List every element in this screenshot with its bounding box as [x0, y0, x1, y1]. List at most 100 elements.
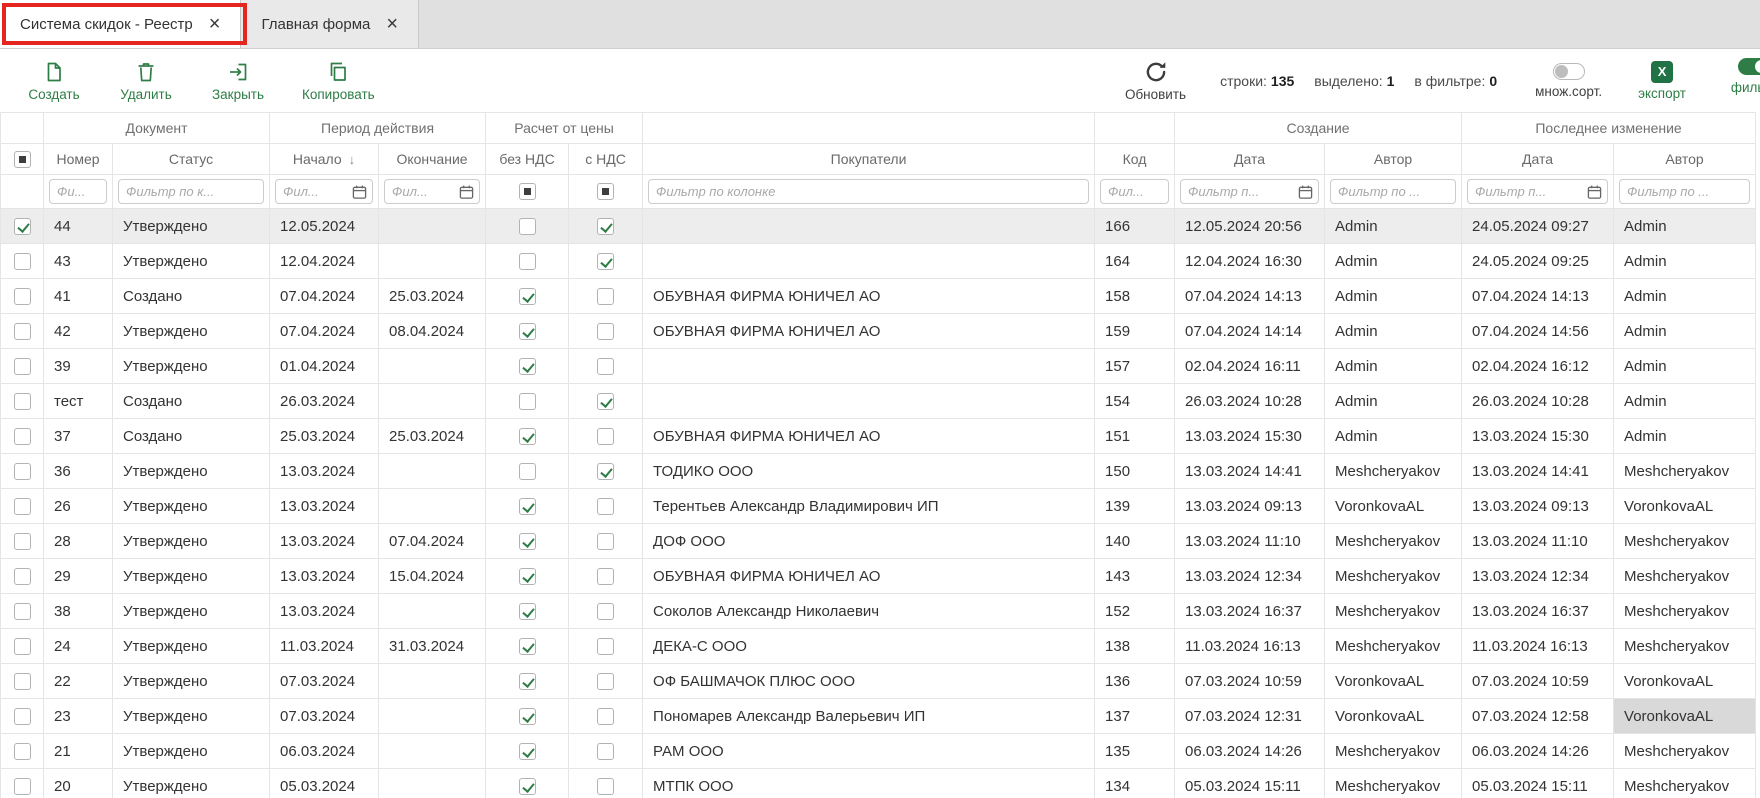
select-all-checkbox[interactable] — [14, 151, 31, 168]
cell-status[interactable]: Утверждено — [113, 559, 270, 594]
cell-modified_date[interactable]: 07.04.2024 14:56 — [1462, 314, 1614, 349]
cell-end[interactable] — [379, 594, 486, 629]
cell-num[interactable]: 23 — [44, 699, 113, 734]
cell-end[interactable]: 15.04.2024 — [379, 559, 486, 594]
cell-modified_date[interactable]: 05.03.2024 15:11 — [1462, 769, 1614, 798]
cell-end[interactable] — [379, 699, 486, 734]
table-row[interactable]: 37Создано25.03.202425.03.2024ОБУВНАЯ ФИР… — [1, 419, 1756, 454]
cell-created_date[interactable]: 13.03.2024 12:34 — [1175, 559, 1325, 594]
calendar-icon[interactable] — [1587, 184, 1602, 199]
table-row[interactable]: 23Утверждено07.03.2024Пономарев Александ… — [1, 699, 1756, 734]
cell-status[interactable]: Утверждено — [113, 734, 270, 769]
cell-with_vat[interactable] — [569, 279, 643, 314]
cell-status[interactable]: Утверждено — [113, 454, 270, 489]
cell-buyers[interactable]: Пономарев Александр Валерьевич ИП — [643, 699, 1095, 734]
cell-modified_date[interactable]: 24.05.2024 09:25 — [1462, 244, 1614, 279]
column-header-created_author[interactable]: Автор — [1325, 144, 1462, 175]
table-row[interactable]: 22Утверждено07.03.2024ОФ БАШМАЧОК ПЛЮС О… — [1, 664, 1756, 699]
calendar-icon[interactable] — [352, 184, 367, 199]
cell-checkbox[interactable] — [597, 533, 614, 550]
cell-checkbox[interactable] — [597, 778, 614, 795]
cell-no_vat[interactable] — [486, 454, 569, 489]
cell-modified_author[interactable]: Admin — [1614, 279, 1756, 314]
cell-modified_author[interactable]: VoronkovaAL — [1614, 489, 1756, 524]
cell-created_date[interactable]: 13.03.2024 15:30 — [1175, 419, 1325, 454]
cell-end[interactable] — [379, 384, 486, 419]
cell-num[interactable]: 29 — [44, 559, 113, 594]
cell-modified_date[interactable]: 13.03.2024 11:10 — [1462, 524, 1614, 559]
cell-with_vat[interactable] — [569, 734, 643, 769]
row-select-checkbox[interactable] — [14, 778, 31, 795]
row-select-cell[interactable] — [1, 664, 44, 699]
cell-no_vat[interactable] — [486, 629, 569, 664]
cell-start[interactable]: 12.04.2024 — [270, 244, 379, 279]
cell-buyers[interactable]: ДЕКА-С ООО — [643, 629, 1095, 664]
cell-with_vat[interactable] — [569, 384, 643, 419]
row-select-checkbox[interactable] — [14, 463, 31, 480]
cell-end[interactable]: 07.04.2024 — [379, 524, 486, 559]
cell-buyers[interactable]: ОБУВНАЯ ФИРМА ЮНИЧЕЛ АО — [643, 419, 1095, 454]
cell-no_vat[interactable] — [486, 524, 569, 559]
cell-modified_date[interactable]: 11.03.2024 16:13 — [1462, 629, 1614, 664]
table-row[interactable]: 26Утверждено13.03.2024Терентьев Александ… — [1, 489, 1756, 524]
table-row[interactable]: 24Утверждено11.03.202431.03.2024ДЕКА-С О… — [1, 629, 1756, 664]
cell-num[interactable]: 21 — [44, 734, 113, 769]
cell-modified_date[interactable]: 13.03.2024 09:13 — [1462, 489, 1614, 524]
cell-num[interactable]: 24 — [44, 629, 113, 664]
cell-created_author[interactable]: Meshcheryakov — [1325, 629, 1462, 664]
cell-no_vat[interactable] — [486, 279, 569, 314]
cell-checkbox[interactable] — [597, 393, 614, 410]
cell-with_vat[interactable] — [569, 489, 643, 524]
cell-code[interactable]: 137 — [1095, 699, 1175, 734]
tab-discount-system-registry[interactable]: Система скидок - Реестр × — [0, 0, 241, 48]
row-select-checkbox[interactable] — [14, 428, 31, 445]
cell-with_vat[interactable] — [569, 244, 643, 279]
cell-no_vat[interactable] — [486, 209, 569, 244]
row-select-checkbox[interactable] — [14, 358, 31, 375]
cell-created_author[interactable]: Meshcheryakov — [1325, 734, 1462, 769]
cell-buyers[interactable]: ОБУВНАЯ ФИРМА ЮНИЧЕЛ АО — [643, 314, 1095, 349]
cell-modified_author[interactable]: Admin — [1614, 419, 1756, 454]
row-select-cell[interactable] — [1, 734, 44, 769]
cell-end[interactable]: 25.03.2024 — [379, 279, 486, 314]
cell-checkbox[interactable] — [597, 498, 614, 515]
column-header-no_vat[interactable]: без НДС — [486, 144, 569, 175]
tab-main-form[interactable]: Главная форма × — [241, 0, 419, 48]
cell-with_vat[interactable] — [569, 349, 643, 384]
cell-created_author[interactable]: Meshcheryakov — [1325, 769, 1462, 798]
cell-status[interactable]: Создано — [113, 384, 270, 419]
column-header-modified_author[interactable]: Автор — [1614, 144, 1756, 175]
cell-buyers[interactable]: ДОФ ООО — [643, 524, 1095, 559]
cell-created_date[interactable]: 12.05.2024 20:56 — [1175, 209, 1325, 244]
cell-modified_date[interactable]: 07.04.2024 14:13 — [1462, 279, 1614, 314]
cell-modified_author[interactable]: Meshcheryakov — [1614, 769, 1756, 798]
cell-checkbox[interactable] — [519, 358, 536, 375]
cell-code[interactable]: 134 — [1095, 769, 1175, 798]
cell-code[interactable]: 150 — [1095, 454, 1175, 489]
row-select-cell[interactable] — [1, 244, 44, 279]
cell-num[interactable]: 44 — [44, 209, 113, 244]
filter-input-buyers[interactable] — [648, 179, 1089, 204]
cell-num[interactable]: 26 — [44, 489, 113, 524]
cell-created_author[interactable]: VoronkovaAL — [1325, 699, 1462, 734]
cell-checkbox[interactable] — [597, 708, 614, 725]
delete-button[interactable]: Удалить — [118, 59, 174, 102]
cell-no_vat[interactable] — [486, 594, 569, 629]
cell-checkbox[interactable] — [597, 358, 614, 375]
cell-created_author[interactable]: Admin — [1325, 419, 1462, 454]
cell-created_date[interactable]: 06.03.2024 14:26 — [1175, 734, 1325, 769]
filter-checkbox-with_vat[interactable] — [597, 183, 614, 200]
cell-status[interactable]: Утверждено — [113, 349, 270, 384]
cell-created_author[interactable]: Admin — [1325, 279, 1462, 314]
cell-end[interactable] — [379, 769, 486, 798]
cell-buyers[interactable] — [643, 244, 1095, 279]
cell-modified_author[interactable]: Meshcheryakov — [1614, 629, 1756, 664]
row-select-checkbox[interactable] — [14, 638, 31, 655]
cell-start[interactable]: 01.04.2024 — [270, 349, 379, 384]
cell-checkbox[interactable] — [519, 533, 536, 550]
tab-close-icon[interactable]: × — [209, 14, 221, 34]
cell-checkbox[interactable] — [597, 288, 614, 305]
cell-buyers[interactable] — [643, 209, 1095, 244]
cell-modified_date[interactable]: 13.03.2024 15:30 — [1462, 419, 1614, 454]
column-header-num[interactable]: Номер — [44, 144, 113, 175]
